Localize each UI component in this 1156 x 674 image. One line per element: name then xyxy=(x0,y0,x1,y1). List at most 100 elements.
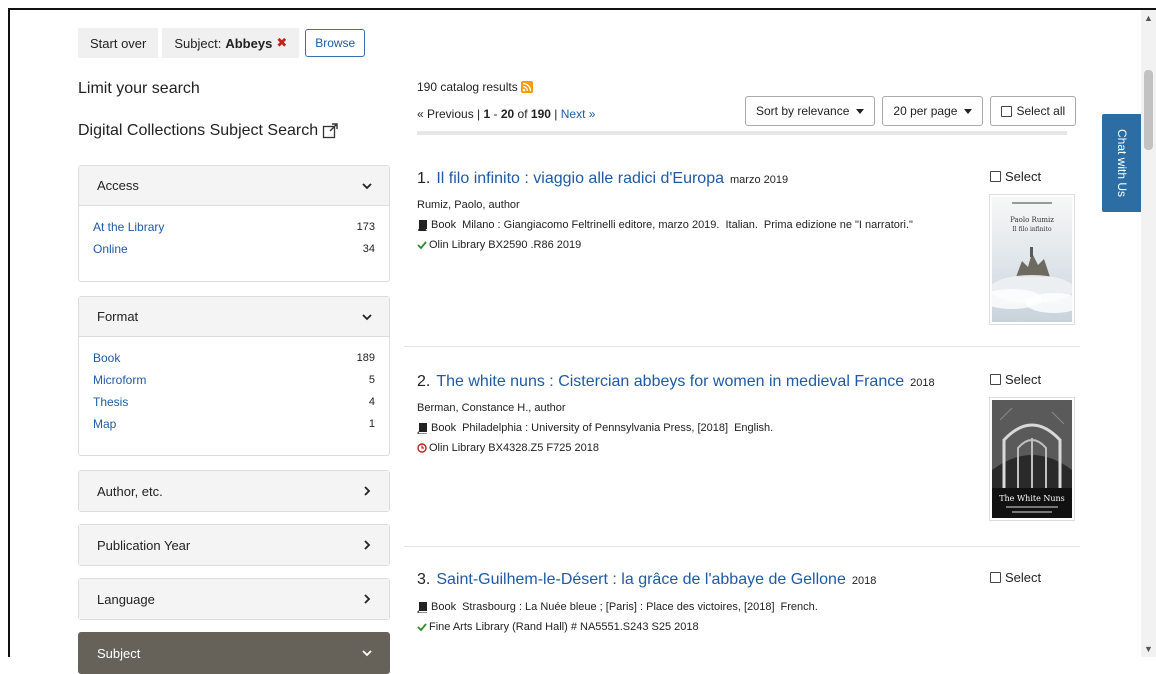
checkbox-icon[interactable] xyxy=(1001,105,1013,117)
result-format-line: Book Milano : Giangiacomo Feltrinelli ed… xyxy=(417,219,1085,231)
result-language: English. xyxy=(734,422,774,434)
pager-total: 190 xyxy=(530,107,551,121)
facet-item[interactable]: Online 34 xyxy=(93,238,375,260)
sort-dropdown[interactable]: Sort by relevance xyxy=(745,96,876,126)
scroll-thumb[interactable] xyxy=(1144,70,1153,150)
result-number: 1. xyxy=(417,170,431,187)
facet-item-label[interactable]: Map xyxy=(93,417,116,431)
previous-link[interactable]: « Previous xyxy=(417,107,474,121)
book-cover-image[interactable]: The White Nuns xyxy=(989,397,1075,521)
book-cover-image[interactable]: Paolo Rumiz Il filo infinito xyxy=(982,194,1082,325)
chat-with-us-button[interactable]: Chat with Us xyxy=(1102,114,1142,212)
result-availability: Olin Library BX2590 .R86 2019 xyxy=(417,239,1085,251)
scroll-down-icon[interactable]: ▼ xyxy=(1141,643,1156,655)
facet-language-toggle[interactable]: Language xyxy=(79,579,389,619)
result-title-link[interactable]: Saint-Guilhem-le-Désert : la grâce de l'… xyxy=(436,571,846,589)
facet-format-toggle[interactable]: Format xyxy=(79,297,389,337)
chevron-right-icon xyxy=(364,594,371,604)
facet-item-count: 4 xyxy=(368,396,375,408)
facet-item-label[interactable]: Online xyxy=(93,242,128,256)
check-icon xyxy=(417,623,427,632)
facet-item-count: 5 xyxy=(368,374,375,386)
facet-item-label[interactable]: Microform xyxy=(93,373,146,387)
pager-of: of xyxy=(514,107,531,121)
checkbox-icon[interactable] xyxy=(990,374,1001,385)
facet-item-count: 34 xyxy=(362,243,375,255)
cover-title: The White Nuns xyxy=(999,494,1065,503)
result-format: Book xyxy=(431,219,457,231)
checkbox-icon[interactable] xyxy=(990,171,1001,182)
result-title-row: 1. Il filo infinito : viaggio alle radic… xyxy=(417,170,1085,188)
facet-author-toggle[interactable]: Author, etc. xyxy=(79,471,389,511)
facet-item[interactable]: Thesis 4 xyxy=(93,391,375,413)
select-label: Select xyxy=(1005,372,1042,387)
subject-constraint: Subject: Abbeys ✖ xyxy=(162,28,300,58)
result-divider xyxy=(404,346,1080,347)
result-item: 1. Il filo infinito : viaggio alle radic… xyxy=(417,170,1085,251)
limit-search-heading: Limit your search xyxy=(78,80,200,97)
chevron-right-icon xyxy=(364,486,371,496)
facet-publication-year: Publication Year xyxy=(78,524,390,566)
select-all-button[interactable]: Select all xyxy=(990,96,1077,126)
result-title-row: 3. Saint-Guilhem-le-Désert : la grâce de… xyxy=(417,571,1085,589)
facet-language: Language xyxy=(78,578,390,620)
result-format-line: Book Strasbourg : La Nuée bleue ; [Paris… xyxy=(417,601,1085,613)
result-title-link[interactable]: Il filo infinito : viaggio alle radici d… xyxy=(436,170,724,188)
result-author: Rumiz, Paolo, author xyxy=(417,199,520,211)
result-date: 2018 xyxy=(910,377,935,389)
facet-item-label[interactable]: At the Library xyxy=(93,220,164,234)
facet-publication-year-label: Publication Year xyxy=(97,537,191,553)
pager-dash: - xyxy=(490,107,501,121)
facet-item-count: 173 xyxy=(356,221,375,233)
facet-publication-year-toggle[interactable]: Publication Year xyxy=(79,525,389,565)
cover-title: Il filo infinito xyxy=(1012,226,1052,233)
scroll-up-icon[interactable]: ▲ xyxy=(1141,12,1156,24)
facet-item-label[interactable]: Thesis xyxy=(93,395,128,409)
result-format-line: Book Philadelphia : University of Pennsy… xyxy=(417,422,1085,434)
facet-subject: Subject xyxy=(78,632,390,674)
rss-icon[interactable] xyxy=(520,81,533,93)
select-checkbox[interactable]: Select xyxy=(990,169,1041,184)
browse-button[interactable]: Browse xyxy=(305,29,366,57)
facet-item-label[interactable]: Book xyxy=(93,351,120,365)
checkbox-icon[interactable] xyxy=(990,572,1001,583)
facet-item[interactable]: At the Library 173 xyxy=(93,216,375,238)
facet-language-label: Language xyxy=(97,591,155,607)
next-link[interactable]: Next » xyxy=(561,107,596,121)
result-publisher: Milano : Giangiacomo Feltrinelli editore… xyxy=(462,219,720,231)
result-availability-text: Olin Library BX4328.Z5 F725 2018 xyxy=(429,442,599,454)
results-count: 190 catalog results xyxy=(417,80,533,94)
remove-constraint-icon[interactable]: ✖ xyxy=(276,35,287,51)
pager-separator: | xyxy=(473,107,484,121)
facet-subject-toggle[interactable]: Subject xyxy=(79,633,389,673)
subject-constraint-value: Abbeys xyxy=(225,35,273,51)
facet-author: Author, etc. xyxy=(78,470,390,512)
select-all-label: Select all xyxy=(1016,104,1066,118)
result-number: 3. xyxy=(417,571,431,588)
facet-item-count: 1 xyxy=(368,418,375,430)
result-edition: Prima edizione ne "I narratori." xyxy=(763,219,913,231)
chevron-down-icon xyxy=(362,313,372,320)
pagination: « Previous | 1 - 20 of 190 | Next » xyxy=(417,107,595,121)
result-title-link[interactable]: The white nuns : Cistercian abbeys for w… xyxy=(436,373,904,391)
cover-art: The White Nuns xyxy=(992,400,1072,518)
select-checkbox[interactable]: Select xyxy=(990,570,1041,585)
facet-format-label: Format xyxy=(97,309,139,324)
facet-item[interactable]: Microform 5 xyxy=(93,369,375,391)
external-link-icon xyxy=(322,123,338,139)
digital-collections-link[interactable]: Digital Collections Subject Search xyxy=(78,122,338,140)
facet-access: Access At the Library 173 Online 34 xyxy=(78,165,390,282)
facet-access-toggle[interactable]: Access xyxy=(79,166,389,206)
select-checkbox[interactable]: Select xyxy=(990,372,1041,387)
facet-access-label: Access xyxy=(97,178,139,193)
page-scrollbar[interactable]: ▲ ▼ xyxy=(1141,10,1156,657)
breadcrumb: Start over Subject: Abbeys ✖ Browse xyxy=(78,28,366,58)
pager-separator: | xyxy=(550,107,561,121)
per-page-dropdown-label: 20 per page xyxy=(893,104,958,118)
start-over-button[interactable]: Start over xyxy=(78,28,159,58)
facet-item[interactable]: Map 1 xyxy=(93,413,375,435)
chat-with-us-label: Chat with Us xyxy=(1115,128,1129,198)
facet-item[interactable]: Book 189 xyxy=(93,347,375,369)
per-page-dropdown[interactable]: 20 per page xyxy=(882,96,984,126)
subject-constraint-label: Subject: xyxy=(174,35,222,51)
